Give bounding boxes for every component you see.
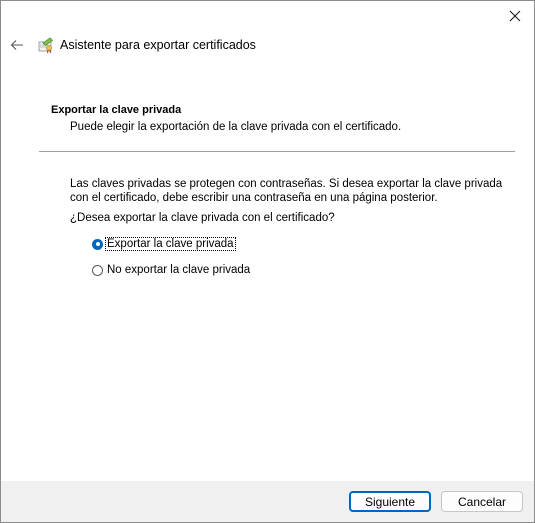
wizard-footer: Siguiente Cancelar [1,481,534,522]
certificate-wizard-icon [38,37,54,54]
radio-selected-icon[interactable] [92,238,103,250]
wizard-window: Asistente para exportar certificados Exp… [0,0,535,523]
cancel-button[interactable]: Cancelar [441,491,523,512]
back-button[interactable] [5,33,29,57]
question-text: ¿Desea exportar la clave privada con el … [70,212,335,224]
radio-unselected-icon[interactable] [92,264,103,276]
wizard-header: Asistente para exportar certificados [1,31,534,67]
next-button[interactable]: Siguiente [349,491,431,512]
radio-export-private-key[interactable]: Exportar la clave privada [92,236,236,252]
radio-label-export[interactable]: Exportar la clave privada [105,237,236,251]
section-subtitle: Puede elegir la exportación de la clave … [70,121,402,133]
radio-label-no-export[interactable]: No exportar la clave privada [106,264,251,276]
radio-no-export-private-key[interactable]: No exportar la clave privada [92,262,251,278]
back-arrow-icon [10,40,23,50]
description-text: Las claves privadas se protegen con cont… [70,178,503,204]
header-divider [39,151,515,152]
wizard-title: Asistente para exportar certificados [60,38,256,52]
close-button[interactable] [498,1,532,31]
close-icon [509,10,521,22]
section-title: Exportar la clave privada [51,104,182,116]
